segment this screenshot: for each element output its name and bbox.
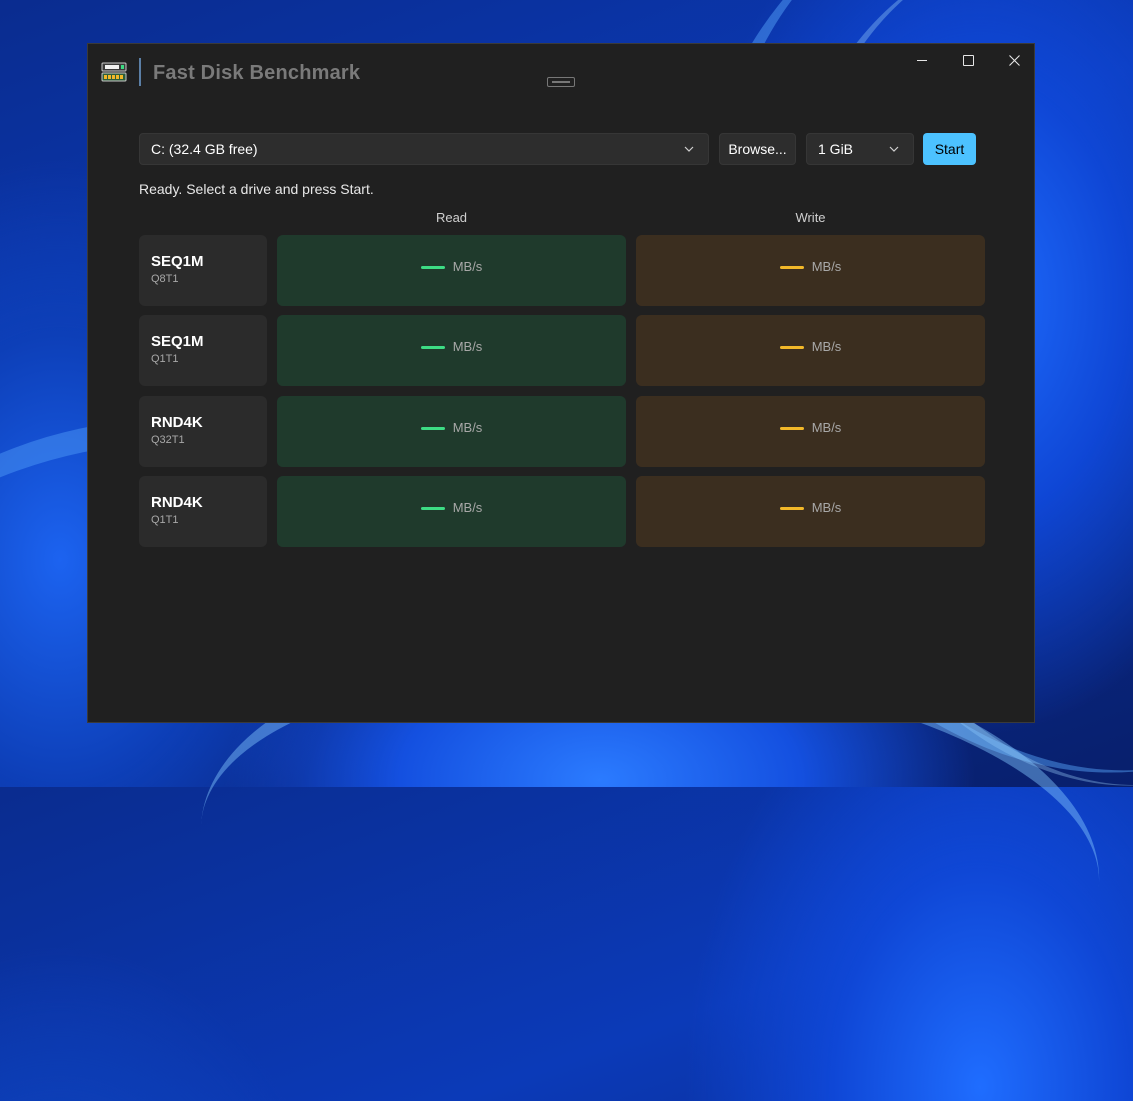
browse-button[interactable]: Browse... (719, 133, 796, 165)
read-unit: MB/s (452, 259, 483, 274)
close-icon (1008, 54, 1020, 66)
write-unit: MB/s (811, 500, 842, 515)
test-params: Q32T1 (151, 434, 185, 446)
chevron-down-icon (684, 146, 694, 152)
chevron-down-icon (889, 146, 899, 152)
minimize-icon (917, 59, 927, 61)
test-label-seq1m-q1t1: SEQ1M Q1T1 (139, 315, 267, 386)
read-result-cell: MB/s (277, 315, 626, 386)
empty-value-dash (779, 427, 804, 430)
test-name: RND4K (151, 494, 203, 511)
test-size-dropdown[interactable]: 1 GiB (806, 133, 914, 165)
empty-value-dash (779, 266, 804, 269)
app-window: Fast Disk Benchmark C: (32.4 GB free) Br… (87, 43, 1035, 723)
read-unit: MB/s (452, 339, 483, 354)
write-result-cell: MB/s (636, 476, 985, 547)
write-result-cell: MB/s (636, 315, 985, 386)
empty-value-dash (779, 507, 804, 510)
test-params: Q1T1 (151, 514, 179, 526)
disk-app-icon (101, 62, 127, 82)
empty-value-dash (420, 507, 445, 510)
read-result-cell: MB/s (277, 235, 626, 306)
minimize-button[interactable] (899, 44, 945, 76)
test-name: RND4K (151, 414, 203, 431)
title-separator (139, 58, 141, 86)
title-bar[interactable]: Fast Disk Benchmark (88, 44, 1034, 104)
read-column-header: Read (435, 210, 468, 225)
test-label-rnd4k-q1t1: RND4K Q1T1 (139, 476, 267, 547)
write-result-cell: MB/s (636, 235, 985, 306)
drive-dropdown-value: C: (32.4 GB free) (151, 141, 258, 157)
app-title: Fast Disk Benchmark (153, 62, 361, 84)
write-column-header: Write (795, 210, 826, 225)
read-unit: MB/s (452, 500, 483, 515)
write-unit: MB/s (811, 339, 842, 354)
test-label-seq1m-q8t1: SEQ1M Q8T1 (139, 235, 267, 306)
status-text: Ready. Select a drive and press Start. (139, 181, 374, 197)
write-unit: MB/s (811, 259, 842, 274)
empty-value-dash (420, 346, 445, 349)
maximize-icon (962, 54, 974, 66)
test-name: SEQ1M (151, 253, 204, 270)
test-params: Q8T1 (151, 273, 179, 285)
read-result-cell: MB/s (277, 476, 626, 547)
empty-value-dash (779, 346, 804, 349)
write-unit: MB/s (811, 420, 842, 435)
test-label-rnd4k-q32t1: RND4K Q32T1 (139, 396, 267, 467)
write-result-cell: MB/s (636, 396, 985, 467)
test-name: SEQ1M (151, 333, 204, 350)
start-button[interactable]: Start (923, 133, 976, 165)
maximize-button[interactable] (945, 44, 991, 76)
close-button[interactable] (991, 44, 1037, 76)
drive-dropdown[interactable]: C: (32.4 GB free) (139, 133, 709, 165)
empty-value-dash (420, 266, 445, 269)
test-size-value: 1 GiB (818, 141, 854, 157)
empty-value-dash (420, 427, 445, 430)
read-result-cell: MB/s (277, 396, 626, 467)
drag-handle-icon[interactable] (547, 77, 575, 87)
read-unit: MB/s (452, 420, 483, 435)
test-params: Q1T1 (151, 353, 179, 365)
